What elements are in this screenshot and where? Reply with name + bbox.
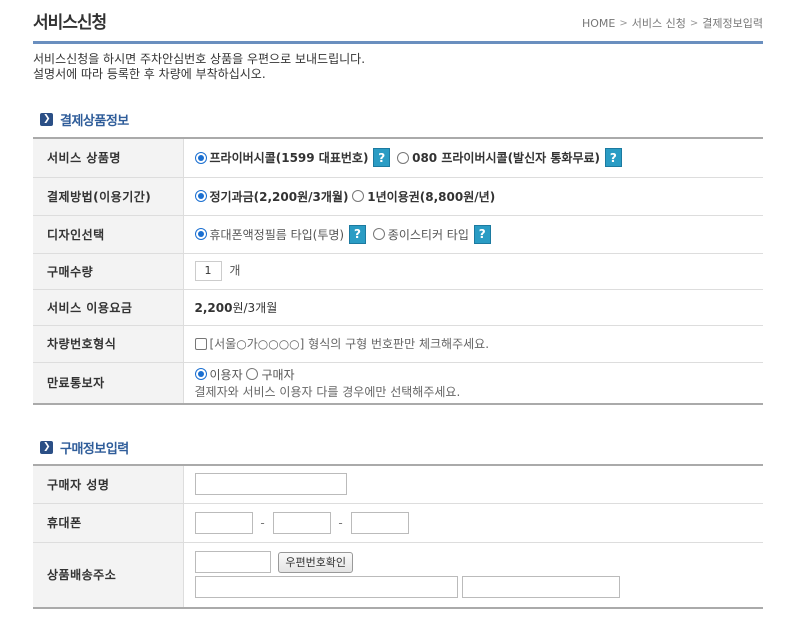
row-quantity: 구매수량 1 개 — [33, 253, 763, 290]
intro-line-1: 서비스신청을 하시면 주차안심번호 상품을 우편으로 보내드립니다. — [33, 52, 366, 66]
option-label: 휴대폰액정필름 타입(투명) — [209, 227, 345, 242]
option-user[interactable]: 이용자 — [194, 366, 243, 383]
row-label: 결제방법(이용기간) — [33, 177, 184, 216]
section-title-purchase-info: ❯ 구매정보입력 — [40, 438, 129, 457]
option-paper-sticker-type[interactable]: 종이스티커 타입 — [372, 226, 469, 243]
option-annual-pass[interactable]: 1년이용권(8,800원/년) — [352, 188, 495, 205]
row-label: 서비스 상품명 — [33, 138, 184, 178]
breadcrumb: HOME > 서비스 신청 > 결제정보입력 — [582, 15, 763, 31]
purchase-info-table: 구매자 성명 휴대폰 - - 상품배송주소 우편번호확인 — [33, 464, 763, 609]
row-payment-method: 결제방법(이용기간) 정기과금(2,200원/3개월) 1년이용권(8,800원… — [33, 177, 763, 216]
row-label: 상품배송주소 — [33, 542, 184, 609]
radio-selected[interactable] — [194, 368, 207, 381]
notify-note: 결제자와 서비스 이용자 다를 경우에만 선택해주세요. — [194, 384, 461, 399]
radio-selected[interactable] — [194, 190, 207, 202]
radio-unselected[interactable] — [352, 190, 365, 202]
option-privacy-call-080[interactable]: 080 프라이버시콜(발신자 통화무료) — [397, 149, 600, 166]
fee-amount: 2,200 — [194, 300, 233, 315]
breadcrumb-current: 결제정보입력 — [702, 17, 763, 30]
breadcrumb-home[interactable]: HOME — [582, 17, 615, 30]
breadcrumb-service-apply[interactable]: 서비스 신청 — [632, 15, 686, 31]
option-buyer[interactable]: 구매자 — [246, 366, 295, 383]
radio-unselected[interactable] — [246, 368, 259, 381]
address-row — [194, 576, 764, 599]
section-title-label: 구매정보입력 — [60, 442, 129, 457]
service-fee-value: 2,200원/3개월 — [195, 301, 278, 315]
chevron-right-icon: > — [689, 17, 699, 29]
row-plate-format: 차량번호형식 [서울○가○○○○] 형식의 구형 번호판만 체크해주세요. — [33, 325, 763, 363]
row-label: 차량번호형식 — [33, 325, 184, 363]
intro-line-2: 설명서에 따라 등록한 후 차량에 부착하십시오. — [33, 67, 266, 81]
option-phone-film-type[interactable]: 휴대폰액정필름 타입(투명) — [194, 226, 345, 243]
fee-unit: 원/3개월 — [232, 300, 278, 315]
buyer-name-input[interactable] — [194, 473, 347, 496]
row-label: 만료통보자 — [33, 362, 184, 405]
checkbox-label: [서울○가○○○○] 형식의 구형 번호판만 체크해주세요. — [209, 337, 490, 351]
old-plate-checkbox[interactable] — [194, 337, 207, 350]
row-expiry-notify: 만료통보자 이용자 구매자 결제자와 서비스 이용자 다를 경우에만 선택해주세… — [33, 362, 764, 405]
row-shipping-address: 상품배송주소 우편번호확인 — [33, 542, 764, 609]
radio-selected[interactable] — [194, 228, 207, 240]
option-label: 이용자 — [209, 367, 243, 382]
help-button[interactable]: ? — [348, 224, 366, 244]
help-button[interactable]: ? — [473, 224, 491, 244]
option-label: 구매자 — [261, 367, 295, 382]
row-label: 디자인선택 — [33, 215, 184, 254]
row-buyer-name: 구매자 성명 — [33, 465, 763, 504]
address-line1-input[interactable] — [194, 576, 458, 599]
row-label: 휴대폰 — [33, 503, 184, 543]
chevron-right-icon: ❯ — [40, 113, 53, 126]
row-label: 서비스 이용요금 — [33, 289, 184, 326]
phone-separator: - — [338, 515, 343, 530]
row-design-select: 디자인선택 휴대폰액정필름 타입(투명) ? 종이스티커 타입 ? — [33, 215, 763, 254]
option-regular-billing[interactable]: 정기과금(2,200원/3개월) — [194, 188, 349, 205]
old-plate-checkbox-option[interactable]: [서울○가○○○○] 형식의 구형 번호판만 체크해주세요. — [194, 335, 490, 352]
zipcode-input[interactable] — [194, 551, 271, 574]
quantity-unit: 개 — [229, 263, 241, 278]
zipcode-check-button[interactable]: 우편번호확인 — [278, 551, 354, 573]
section-title-label: 결제상품정보 — [60, 114, 129, 129]
phone-part2-input[interactable] — [272, 511, 331, 534]
row-label: 구매자 성명 — [33, 465, 184, 504]
page-title: 서비스신청 — [33, 13, 107, 33]
row-label: 구매수량 — [33, 253, 184, 290]
radio-unselected[interactable] — [372, 228, 385, 240]
payment-product-table: 서비스 상품명 프라이버시콜(1599 대표번호) ? 080 프라이버시콜(발… — [33, 137, 763, 405]
page-header: 서비스신청 HOME > 서비스 신청 > 결제정보입력 — [33, 0, 763, 44]
address-line2-input[interactable] — [462, 576, 621, 599]
option-label: 종이스티커 타입 — [387, 227, 469, 242]
option-label: 1년이용권(8,800원/년) — [367, 189, 496, 204]
option-label: 프라이버시콜(1599 대표번호) — [209, 151, 369, 166]
zip-row: 우편번호확인 — [194, 551, 764, 574]
radio-unselected[interactable] — [397, 151, 410, 164]
help-button[interactable]: ? — [604, 148, 622, 168]
option-label: 정기과금(2,200원/3개월) — [209, 189, 349, 204]
phone-separator: - — [260, 515, 265, 530]
help-button[interactable]: ? — [373, 148, 391, 168]
option-privacy-call-1599[interactable]: 프라이버시콜(1599 대표번호) — [194, 149, 369, 166]
row-mobile-phone: 휴대폰 - - — [33, 503, 763, 543]
chevron-right-icon: > — [619, 17, 628, 29]
notify-options: 이용자 구매자 — [194, 366, 764, 383]
intro-text: 서비스신청을 하시면 주차안심번호 상품을 우편으로 보내드립니다. 설명서에 … — [33, 52, 365, 82]
row-service-product: 서비스 상품명 프라이버시콜(1599 대표번호) ? 080 프라이버시콜(발… — [33, 138, 763, 178]
chevron-right-icon: ❯ — [40, 441, 53, 454]
option-label: 080 프라이버시콜(발신자 통화무료) — [412, 151, 601, 166]
quantity-input[interactable]: 1 — [194, 261, 222, 281]
row-service-fee: 서비스 이용요금 2,200원/3개월 — [33, 289, 763, 326]
radio-selected[interactable] — [194, 151, 207, 164]
phone-part3-input[interactable] — [350, 511, 409, 534]
section-title-payment-product: ❯ 결제상품정보 — [40, 110, 129, 129]
phone-part1-input[interactable] — [194, 511, 253, 534]
